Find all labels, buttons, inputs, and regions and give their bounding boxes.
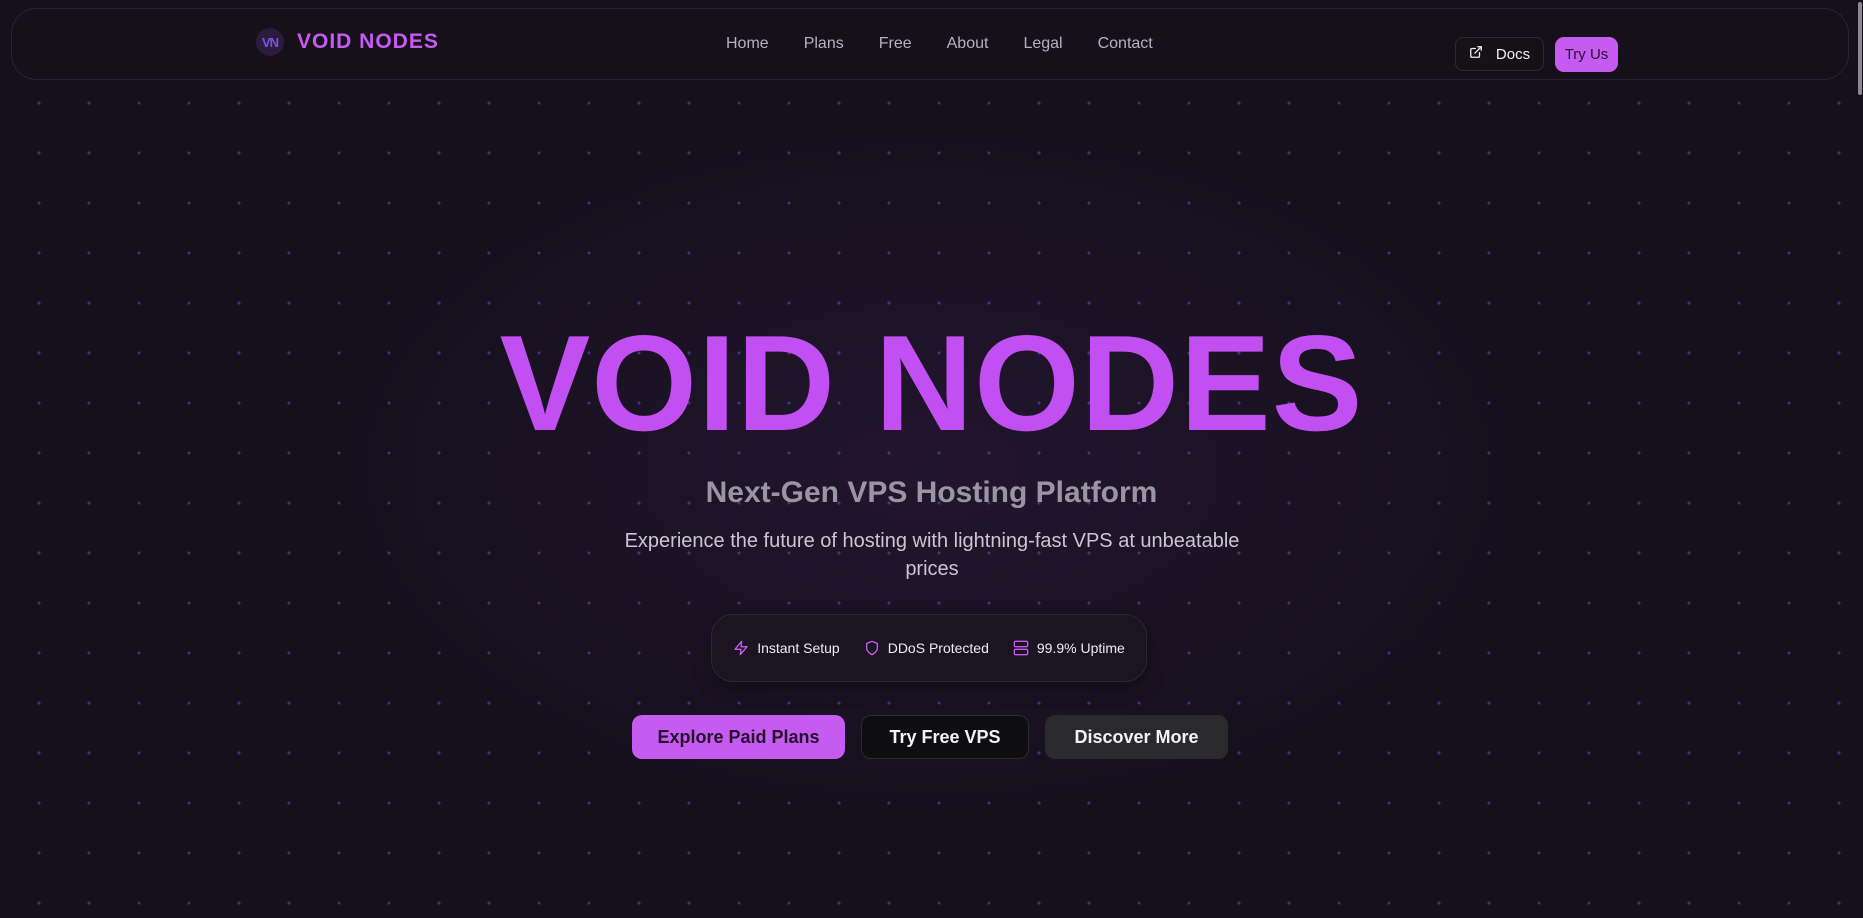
lightning-icon — [733, 640, 749, 656]
feature-label: DDoS Protected — [887, 640, 989, 656]
brand-name: VOID NODES — [297, 30, 439, 53]
hero-subtitle: Next-Gen VPS Hosting Platform — [705, 476, 1158, 509]
scrollbar-thumb[interactable] — [1858, 2, 1862, 95]
nav-link-home[interactable]: Home — [726, 35, 769, 53]
navbar: VN VOID NODES Home Plans Free About Lega… — [11, 8, 1849, 80]
feature-ddos-protected: DDoS Protected — [864, 640, 989, 656]
try-us-button[interactable]: Try Us — [1555, 37, 1618, 72]
server-icon — [1013, 640, 1029, 656]
docs-button[interactable]: Docs — [1455, 37, 1544, 71]
feature-uptime: 99.9% Uptime — [1013, 640, 1125, 656]
external-link-icon — [1469, 45, 1483, 63]
nav-link-legal[interactable]: Legal — [1023, 35, 1062, 53]
explore-paid-plans-button[interactable]: Explore Paid Plans — [632, 715, 845, 759]
shield-icon — [864, 640, 880, 656]
feature-label: Instant Setup — [757, 640, 840, 656]
cta-row: Explore Paid Plans Try Free VPS Discover… — [632, 715, 1228, 759]
try-free-vps-button[interactable]: Try Free VPS — [861, 715, 1029, 759]
page: VN VOID NODES Home Plans Free About Lega… — [0, 0, 1863, 918]
docs-label: Docs — [1495, 45, 1531, 63]
nav-links: Home Plans Free About Legal Contact — [726, 35, 1188, 53]
nav-link-contact[interactable]: Contact — [1098, 35, 1153, 53]
discover-more-button[interactable]: Discover More — [1045, 715, 1228, 759]
feature-label: 99.9% Uptime — [1036, 640, 1125, 656]
nav-link-about[interactable]: About — [947, 35, 989, 53]
hero-title: VOID NODES — [499, 307, 1364, 459]
logo-icon: VN — [256, 28, 284, 56]
feature-instant-setup: Instant Setup — [733, 640, 840, 656]
hero-description: Experience the future of hosting with li… — [624, 530, 1240, 580]
nav-link-plans[interactable]: Plans — [804, 35, 844, 53]
feature-pill: Instant Setup DDoS Protected 99.9% Uptim… — [711, 614, 1147, 682]
brand-link[interactable]: VN VOID NODES — [256, 28, 439, 56]
nav-link-free[interactable]: Free — [879, 35, 912, 53]
